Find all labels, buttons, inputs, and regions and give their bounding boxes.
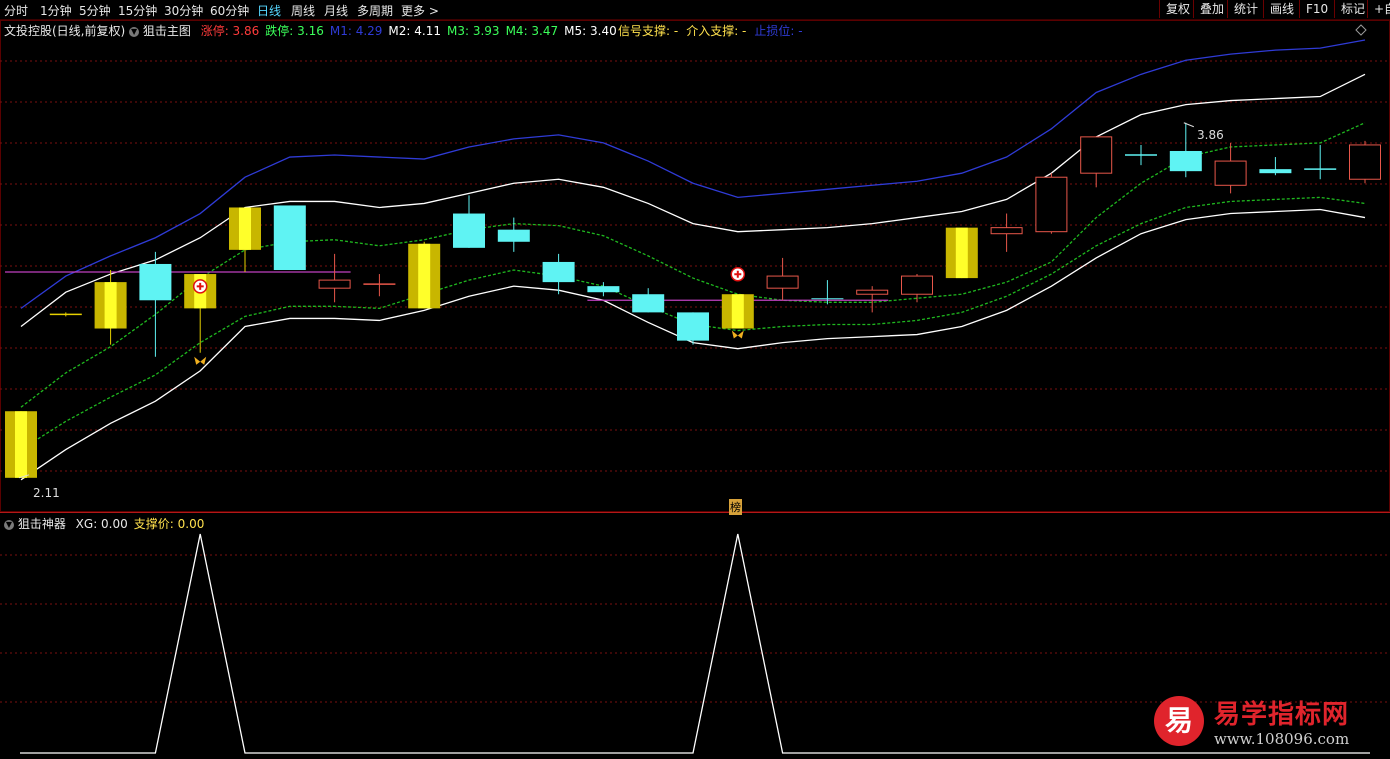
collapse-sub-icon[interactable]: ▼ xyxy=(4,520,14,530)
logo-name: 易学指标网 xyxy=(1214,700,1350,730)
main-legend-item-1: 跌停: 3.16 xyxy=(265,24,324,38)
candle-body-10 xyxy=(453,213,485,248)
main-legend-item-3: M2: 4.11 xyxy=(388,24,441,38)
candle-body-26 xyxy=(1169,150,1202,172)
candle-body-14 xyxy=(632,294,665,313)
candle-body-3 xyxy=(139,263,172,301)
candle-core-16 xyxy=(731,294,744,329)
band-line-m5 xyxy=(20,208,1366,481)
kline-chart xyxy=(0,20,1390,754)
candle-body-30 xyxy=(1349,144,1381,180)
signal-legend-item-1: 介入支撑: - xyxy=(686,24,747,38)
candle-core-9 xyxy=(418,243,431,309)
candle-body-17 xyxy=(766,275,799,289)
candle-body-28 xyxy=(1259,169,1292,174)
candle-body-19 xyxy=(856,289,889,295)
candle-core-0 xyxy=(15,411,27,478)
candle-body-23 xyxy=(1035,176,1068,233)
signal-legend: 信号支撑: - 介入支撑: - 止损位: - xyxy=(610,22,803,39)
band-line-m1 xyxy=(20,39,1366,309)
high-price-label: 3.86 xyxy=(1197,128,1224,142)
logo-mark: 易 xyxy=(1154,696,1204,746)
candle-core-5 xyxy=(239,207,251,250)
sub-legend-item-1: 支撑价: 0.00 xyxy=(133,517,205,531)
band-line-m2 xyxy=(20,73,1366,328)
candle-body-22 xyxy=(990,227,1023,235)
signal-legend-item-2: 止损位: - xyxy=(754,24,803,38)
main-legend-item-6: M5: 3.40 xyxy=(564,24,617,38)
rank-tag[interactable]: 榜 xyxy=(729,499,742,515)
candle-core-21 xyxy=(955,227,968,279)
logo-url: www.108096.com xyxy=(1214,730,1350,748)
band-line-m3 xyxy=(20,122,1366,408)
main-legend: 文投控股(日线,前复权) ▼ 狙击主图 涨停: 3.86 跌停: 3.16 M1: … xyxy=(4,22,617,39)
sub-legend-item-0: XG: 0.00 xyxy=(75,517,128,531)
sub-legend: ▼ 狙击神器 XG: 0.00 支撑价: 0.00 xyxy=(4,515,204,532)
candle-body-6 xyxy=(273,205,306,271)
main-legend-item-0: 涨停: 3.86 xyxy=(200,24,260,38)
candle-body-18 xyxy=(811,298,844,300)
collapse-main-icon[interactable]: ▼ xyxy=(129,27,140,37)
main-legend-items: 涨停: 3.86 跌停: 3.16 M1: 4.29 M2: 4.11 M3: 3.93… xyxy=(195,24,617,38)
main-legend-item-4: M3: 3.93 xyxy=(447,24,500,38)
sub-indicator-name[interactable]: 狙击神器 xyxy=(18,517,66,531)
signal-legend-item-0: 信号支撑: - xyxy=(618,24,679,38)
butterfly-icon-1 xyxy=(731,330,744,339)
main-legend-item-2: M1: 4.29 xyxy=(329,24,383,38)
candle-body-24 xyxy=(1080,136,1113,174)
main-indicator-name[interactable]: 狙击主图 xyxy=(143,24,191,38)
settings-diamond-icon xyxy=(1355,24,1367,36)
watermark-logo: 易 易学指标网 www.108096.com xyxy=(1150,688,1365,754)
candle-body-7 xyxy=(318,279,351,289)
candle-body-11 xyxy=(497,229,530,242)
candle-body-15 xyxy=(677,312,709,341)
low-price-label: 2.11 xyxy=(33,486,60,500)
main-legend-item-5: M4: 3.47 xyxy=(505,24,559,38)
candle-body-20 xyxy=(901,275,933,295)
sub-legend-items: XG: 0.00 支撑价: 0.00 xyxy=(70,517,205,531)
candle-body-27 xyxy=(1214,160,1247,186)
candle-body-12 xyxy=(542,261,575,283)
candle-body-13 xyxy=(587,286,620,293)
butterfly-icon-0 xyxy=(194,356,207,365)
stock-title: 文投控股(日线,前复权) xyxy=(4,24,126,38)
candle-core-2 xyxy=(104,282,117,329)
